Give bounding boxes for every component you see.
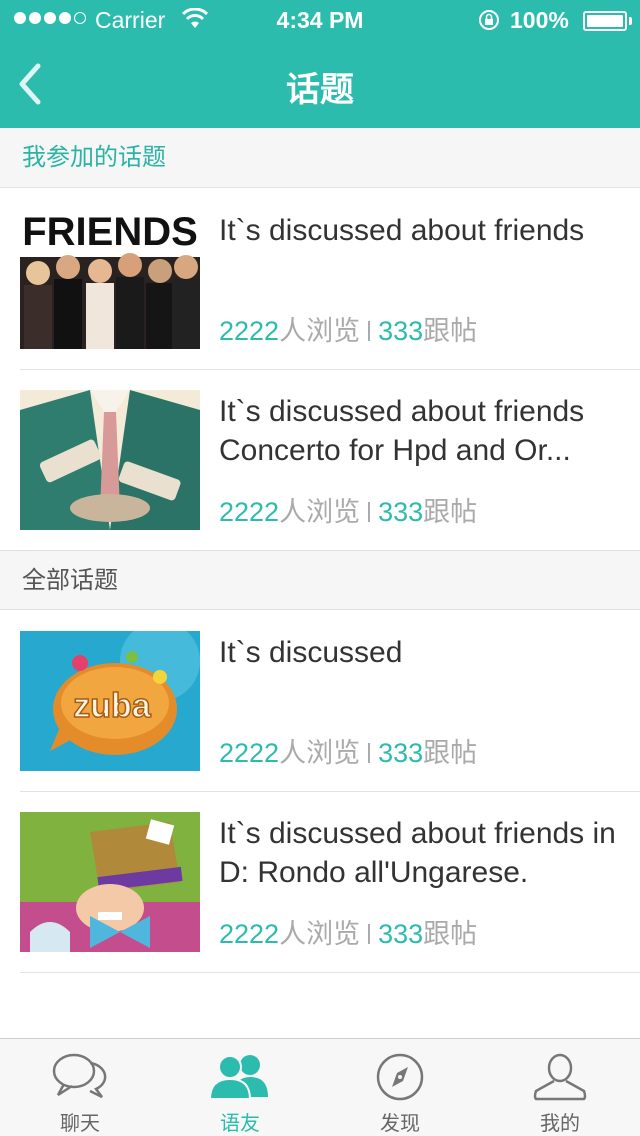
replies-unit: 跟帖 xyxy=(423,919,478,949)
reply-count: 333 xyxy=(378,738,424,768)
battery-percent: 100% xyxy=(510,7,569,33)
replies-unit: 跟帖 xyxy=(423,738,478,768)
reply-count: 333 xyxy=(378,316,424,346)
views-unit: 人浏览 xyxy=(279,316,361,346)
topic-stats: 2222人浏览 333跟帖 xyxy=(219,309,477,348)
rotation-lock-icon xyxy=(479,10,499,30)
view-count: 2222 xyxy=(219,497,280,527)
section-header-my-topics: 我参加的话题 xyxy=(0,128,640,188)
tab-label: 聊天 xyxy=(60,1113,100,1135)
tab-chat[interactable]: 聊天 xyxy=(0,1039,160,1136)
friends-cast-thumbnail: FRIENDS xyxy=(20,209,200,349)
tab-me[interactable]: 我的 xyxy=(480,1039,640,1136)
replies-unit: 跟帖 xyxy=(423,497,478,527)
tab-label: 发现 xyxy=(380,1113,420,1135)
mad-hatter-thumbnail xyxy=(20,812,200,952)
battery-icon xyxy=(583,11,627,31)
topic-title: It`s discussed about friends Concerto fo… xyxy=(219,395,585,467)
tab-discover[interactable]: 发现 xyxy=(320,1039,480,1136)
reply-count: 333 xyxy=(378,497,424,527)
view-count: 2222 xyxy=(219,738,280,768)
tab-label: 我的 xyxy=(540,1113,580,1135)
compass-icon xyxy=(376,1053,424,1101)
topic-title: It`s discussed about friends in D: Rondo… xyxy=(219,817,616,889)
topic-row[interactable]: FRIENDS It`s discussed about friends 222… xyxy=(0,189,640,370)
topic-row[interactable]: zuba It`s discussed 2222人浏览 333跟帖 xyxy=(0,611,640,792)
svg-text:FRIENDS: FRIENDS xyxy=(22,210,198,254)
status-bar: Carrier 4:34 PM 100% xyxy=(0,0,640,40)
friends-icon xyxy=(210,1055,268,1100)
view-count: 2222 xyxy=(219,919,280,949)
views-unit: 人浏览 xyxy=(279,497,361,527)
tab-bar: 聊天 语友 发现 我的 xyxy=(0,1038,640,1136)
zuba-logo-thumbnail: zuba xyxy=(20,631,200,771)
topic-stats: 2222人浏览 333跟帖 xyxy=(219,912,477,951)
person-icon xyxy=(533,1053,587,1101)
header: Carrier 4:34 PM 100% 话题 xyxy=(0,0,640,128)
topic-stats: 2222人浏览 333跟帖 xyxy=(219,490,477,529)
topic-title: It`s discussed about friends xyxy=(219,214,585,247)
views-unit: 人浏览 xyxy=(279,738,361,768)
views-unit: 人浏览 xyxy=(279,919,361,949)
chat-bubbles-icon xyxy=(52,1053,107,1099)
svg-text:zuba: zuba xyxy=(73,687,152,725)
topic-row[interactable]: It`s discussed about friends in D: Rondo… xyxy=(0,792,640,973)
view-count: 2222 xyxy=(219,316,280,346)
tab-label: 语友 xyxy=(220,1113,260,1135)
replies-unit: 跟帖 xyxy=(423,316,478,346)
tab-friends[interactable]: 语友 xyxy=(160,1039,320,1136)
section-header-all-topics: 全部话题 xyxy=(0,550,640,610)
topic-row[interactable]: It`s discussed about friends Concerto fo… xyxy=(0,370,640,551)
reply-count: 333 xyxy=(378,919,424,949)
topic-stats: 2222人浏览 333跟帖 xyxy=(219,731,477,770)
page-title: 话题 xyxy=(286,71,354,109)
suit-illustration-thumbnail xyxy=(20,390,200,530)
topic-title: It`s discussed xyxy=(219,636,403,669)
